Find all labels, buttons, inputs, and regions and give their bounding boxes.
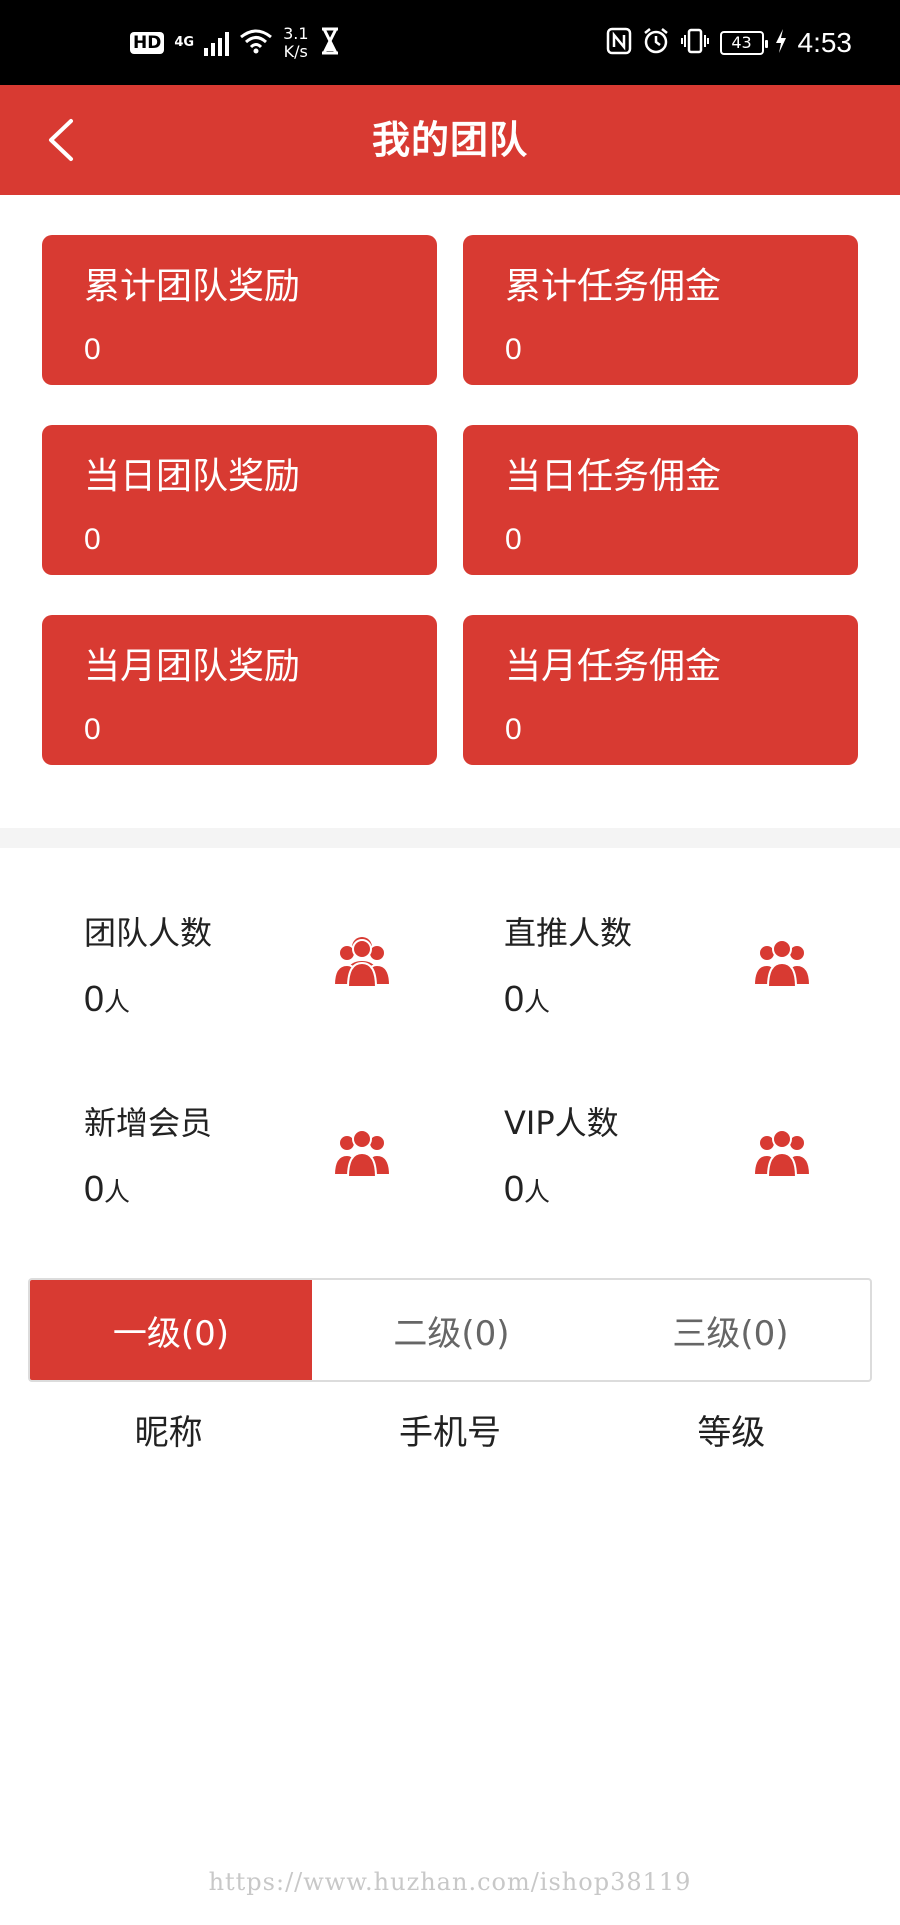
stat-label: 累计任务佣金 [505, 266, 722, 307]
charging-icon [774, 28, 788, 58]
member-count-unit: 人 [104, 1178, 131, 1208]
stats-grid: 累计团队奖励 0 累计任务佣金 0 当日团队奖励 0 当日任务佣金 0 当月团队… [42, 235, 858, 765]
team-icon [754, 1129, 810, 1178]
member-count: 0人 [84, 1168, 130, 1210]
page-title: 我的团队 [371, 118, 528, 162]
stat-label: 当日团队奖励 [84, 456, 301, 497]
team-icon [334, 1129, 390, 1178]
speed-unit: K/s [283, 41, 308, 61]
stat-label: 当月团队奖励 [84, 646, 301, 687]
member-count-value: 0 [504, 978, 525, 1019]
column-header-phone: 手机号 [398, 1413, 501, 1453]
team-icon [334, 937, 390, 988]
member-label: 新增会员 [84, 1104, 213, 1142]
tab-level-3[interactable]: 三级(0) [591, 1280, 870, 1380]
column-header-level: 等级 [697, 1413, 766, 1453]
member-stat-new-members: 新增会员 0人 [42, 1038, 462, 1209]
stat-value: 0 [84, 523, 101, 556]
member-label: 团队人数 [84, 914, 213, 952]
member-count: 0人 [504, 1168, 550, 1210]
signal-icon [204, 30, 230, 56]
alarm-icon [642, 27, 670, 59]
tab-level-1[interactable]: 一级(0) [30, 1280, 312, 1380]
member-stat-team-size: 团队人数 0人 [42, 848, 462, 1019]
status-time: 4:53 [797, 26, 853, 58]
app-header: 我的团队 [0, 85, 900, 195]
stat-label: 当日任务佣金 [505, 456, 722, 497]
status-bar-right: 43 4:53 [606, 0, 853, 85]
stat-label: 累计团队奖励 [84, 266, 301, 307]
network-type-icon: 4G [174, 35, 195, 50]
member-count-unit: 人 [104, 988, 131, 1018]
stat-card-total-task-commission: 累计任务佣金 0 [463, 235, 858, 385]
member-count: 0人 [84, 978, 130, 1020]
member-count-value: 0 [84, 1168, 105, 1209]
member-count-unit: 人 [524, 1178, 551, 1208]
hourglass-icon [319, 27, 341, 59]
section-divider [0, 828, 900, 848]
stat-card-monthly-task-commission: 当月任务佣金 0 [463, 615, 858, 765]
status-bar: HD 4G 3.1 K/s 43 4:53 [0, 0, 900, 85]
member-count-unit: 人 [524, 988, 551, 1018]
wifi-icon [239, 27, 273, 59]
stat-label: 当月任务佣金 [505, 646, 722, 687]
member-count-value: 0 [504, 1168, 525, 1209]
stat-card-monthly-team-reward: 当月团队奖励 0 [42, 615, 437, 765]
watermark: https://www.huzhan.com/ishop38119 [208, 1868, 692, 1896]
stat-card-daily-team-reward: 当日团队奖励 0 [42, 425, 437, 575]
stat-card-daily-task-commission: 当日任务佣金 0 [463, 425, 858, 575]
member-label: 直推人数 [504, 914, 633, 952]
vibrate-icon [680, 27, 710, 59]
stat-card-total-team-reward: 累计团队奖励 0 [42, 235, 437, 385]
tab-level-2[interactable]: 二级(0) [312, 1280, 591, 1380]
battery-icon: 43 [719, 30, 768, 55]
stat-value: 0 [84, 713, 101, 746]
hd-icon: HD [130, 31, 165, 54]
stat-value: 0 [505, 713, 522, 746]
team-icon [754, 939, 810, 988]
member-label: VIP人数 [504, 1104, 619, 1142]
member-count: 0人 [504, 978, 550, 1020]
member-stats: 团队人数 0人 直推人数 0人 新增会员 0人 VIP人数 0人 [0, 848, 900, 1238]
nfc-icon [606, 27, 632, 59]
speed-value: 3.1 [283, 23, 309, 43]
member-stat-direct-referrals: 直推人数 0人 [462, 848, 882, 1019]
level-tabs: 一级(0) 二级(0) 三级(0) [28, 1278, 872, 1382]
member-count-value: 0 [84, 978, 105, 1019]
column-header-nickname: 昵称 [134, 1413, 203, 1453]
stat-value: 0 [505, 333, 522, 366]
stat-value: 0 [84, 333, 101, 366]
member-table-header: 昵称 手机号 等级 [28, 1405, 872, 1461]
status-bar-left: HD 4G 3.1 K/s [130, 0, 341, 85]
member-stat-vip-count: VIP人数 0人 [462, 1038, 882, 1209]
network-speed: 3.1 K/s [283, 23, 309, 61]
stat-value: 0 [505, 523, 522, 556]
